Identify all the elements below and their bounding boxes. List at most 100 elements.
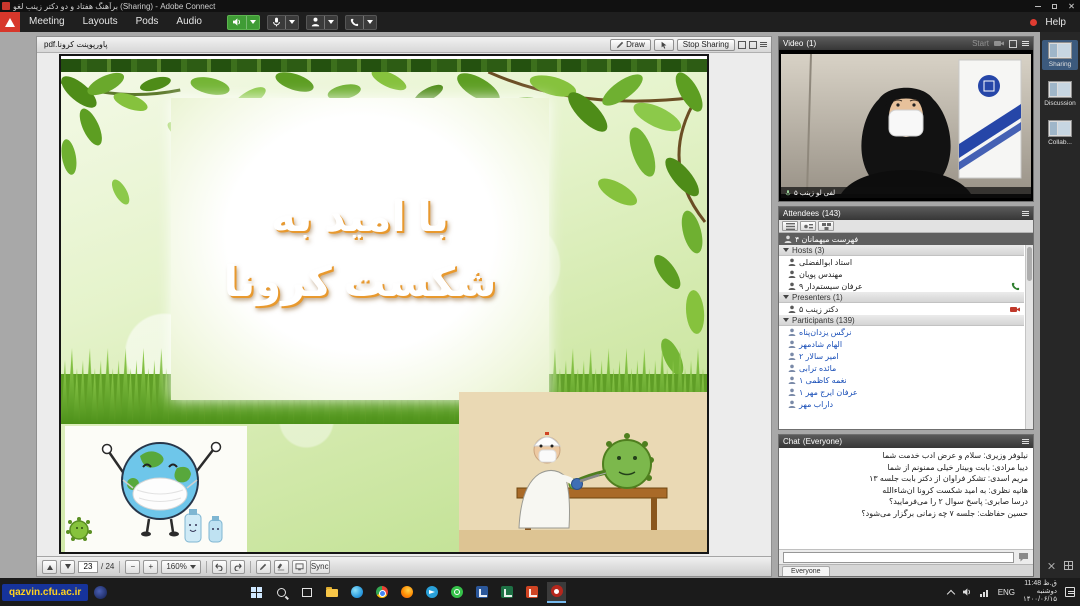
menu-audio[interactable]: Audio: [167, 12, 211, 32]
draw-button[interactable]: Draw: [610, 39, 651, 51]
taskbar-icons: [247, 582, 566, 603]
task-view-icon[interactable]: [297, 582, 316, 603]
firefox-icon[interactable]: [397, 582, 416, 603]
attendee-view-list-icon[interactable]: [782, 221, 798, 231]
sync-button[interactable]: Sync: [310, 560, 330, 574]
attendee-row[interactable]: نغمه کاظمی ۱: [779, 374, 1024, 386]
speaker-icon[interactable]: [228, 16, 246, 29]
presenters-group-header[interactable]: Presenters (1): [779, 292, 1024, 303]
search-icon[interactable]: [272, 582, 291, 603]
attendee-row[interactable]: دکتر زینب ۵: [779, 303, 1024, 315]
status-dropdown[interactable]: [324, 16, 337, 29]
attendee-row[interactable]: داراب مهر: [779, 398, 1024, 410]
webcam-frame: [781, 54, 1031, 194]
zoom-out-button[interactable]: −: [125, 560, 140, 574]
phone-dropdown[interactable]: [363, 16, 376, 29]
clock[interactable]: 11:48 ق.ظ دوشنبه ۱۴۰۰/۰۶/۱۵: [1023, 580, 1057, 604]
video-pod-options-icon[interactable]: [1022, 41, 1029, 42]
highlighter-tool-button[interactable]: [274, 560, 289, 574]
edge-icon[interactable]: [347, 582, 366, 603]
layout-collaboration[interactable]: Collab...: [1042, 118, 1078, 148]
file-explorer-icon[interactable]: [322, 582, 341, 603]
attendee-row[interactable]: مائده ترابی: [779, 362, 1024, 374]
hosts-group-header[interactable]: Hosts (3): [779, 245, 1024, 256]
menu-meeting[interactable]: Meeting: [20, 12, 74, 32]
start-icon[interactable]: [247, 582, 266, 603]
stop-sharing-button[interactable]: Stop Sharing: [677, 39, 735, 51]
speaker-button[interactable]: [227, 15, 260, 30]
zoom-level-dropdown[interactable]: 160%: [161, 560, 200, 574]
close-layout-bar-icon[interactable]: [1047, 562, 1055, 570]
attendee-view-status-icon[interactable]: [800, 221, 816, 231]
status-button[interactable]: [306, 15, 338, 30]
menu-pods[interactable]: Pods: [127, 12, 168, 32]
next-page-button[interactable]: [60, 560, 75, 574]
maximize-pod-icon[interactable]: [749, 41, 757, 49]
phone-button[interactable]: [345, 15, 377, 30]
network-icon[interactable]: [980, 588, 990, 597]
attendee-row[interactable]: امیر سالار ۲: [779, 350, 1024, 362]
attendees-scrollbar[interactable]: [1025, 245, 1033, 429]
menu-help[interactable]: Help: [1045, 17, 1066, 28]
windows-taskbar: qazvin.cfu.ac.ir ENG 11:48 ق.ظ دوشنبه: [0, 578, 1080, 606]
video-fullscreen-icon[interactable]: [1009, 40, 1017, 48]
redo-button[interactable]: [230, 560, 245, 574]
slogan-line-1: با امید به: [271, 184, 449, 249]
attendee-row[interactable]: عرفان سیستم‌دار ۹: [779, 280, 1024, 292]
attendees-status-row[interactable]: فهرست میهمانان ۴: [779, 233, 1033, 245]
microphone-icon[interactable]: [268, 16, 285, 29]
chevron-up-icon[interactable]: [946, 589, 954, 597]
excel-icon[interactable]: [497, 582, 516, 603]
presenter-icon: [788, 305, 796, 313]
raise-hand-icon[interactable]: [307, 16, 324, 29]
pen-tool-button[interactable]: [256, 560, 271, 574]
chat-tab-everyone[interactable]: Everyone: [782, 566, 830, 576]
menu-layouts[interactable]: Layouts: [74, 12, 127, 32]
chat-input[interactable]: [783, 552, 1014, 563]
maximize-button[interactable]: [1046, 0, 1063, 12]
manage-layouts-icon[interactable]: [1064, 561, 1073, 570]
layout-sharing[interactable]: Sharing: [1042, 40, 1078, 70]
screen-share-tool-button[interactable]: [292, 560, 307, 574]
chat-pod-options-icon[interactable]: [1022, 439, 1029, 440]
volume-icon[interactable]: [962, 587, 972, 597]
microphone-dropdown[interactable]: [285, 16, 298, 29]
layout-discussion[interactable]: Discussion: [1042, 79, 1078, 109]
fullscreen-icon[interactable]: [738, 41, 746, 49]
send-chat-icon[interactable]: [1018, 552, 1029, 562]
attendee-view-breakout-icon[interactable]: [818, 221, 834, 231]
speaker-dropdown[interactable]: [246, 16, 259, 29]
attendees-pod-options-icon[interactable]: [1022, 211, 1029, 212]
start-webcam-button[interactable]: Start: [972, 39, 989, 48]
language-indicator[interactable]: ENG: [998, 588, 1015, 597]
attendee-row[interactable]: استاد ابوالفضلی: [779, 256, 1024, 268]
attendee-row[interactable]: الهام شادمهر: [779, 338, 1024, 350]
scrollbar-thumb[interactable]: [1027, 247, 1032, 281]
layout-thumbnail-icon: [1048, 81, 1072, 98]
page-number-input[interactable]: [78, 561, 98, 573]
zoom-in-button[interactable]: +: [143, 560, 158, 574]
pointer-tool-button[interactable]: [654, 39, 674, 51]
whatsapp-icon[interactable]: [447, 582, 466, 603]
attendee-row[interactable]: عرفان ایرج مهر ۱: [779, 386, 1024, 398]
telegram-icon[interactable]: [422, 582, 441, 603]
attendee-row[interactable]: مهندس پویان: [779, 268, 1024, 280]
phone-icon[interactable]: [346, 16, 363, 29]
chat-pod-title: Chat: [783, 437, 800, 446]
pointer-icon: [660, 41, 668, 49]
chrome-icon[interactable]: [372, 582, 391, 603]
participant-icon: [788, 328, 796, 336]
shared-filename: پاورپوینت کرونا.pdf: [41, 40, 111, 49]
previous-page-button[interactable]: [42, 560, 57, 574]
close-button[interactable]: [1063, 0, 1080, 12]
participants-group-header[interactable]: Participants (139): [779, 315, 1024, 326]
microphone-button[interactable]: [267, 15, 299, 30]
pod-options-icon[interactable]: [760, 42, 767, 43]
word-icon[interactable]: [472, 582, 491, 603]
notification-center-icon[interactable]: [1065, 587, 1075, 597]
attendee-row[interactable]: نرگس یزدان‌پناه: [779, 326, 1024, 338]
adobe-connect-icon[interactable]: [547, 582, 566, 603]
undo-button[interactable]: [212, 560, 227, 574]
powerpoint-icon[interactable]: [522, 582, 541, 603]
minimize-button[interactable]: [1029, 0, 1046, 12]
